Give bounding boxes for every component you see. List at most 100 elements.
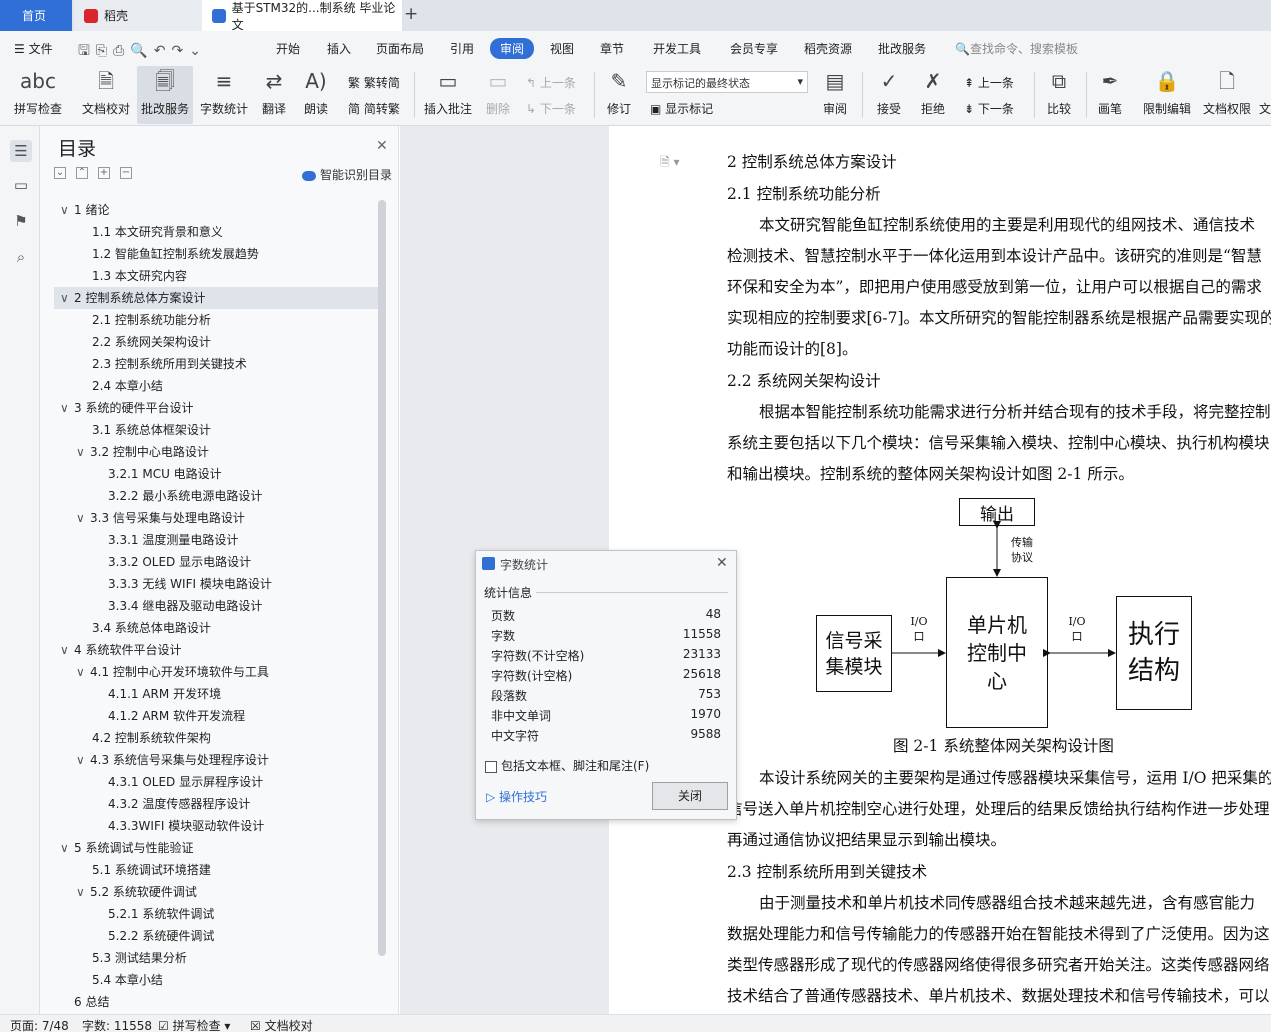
toc-item[interactable]: 1.3 本文研究内容 — [54, 265, 380, 287]
smart-toc-button[interactable]: 智能识别目录 — [302, 166, 392, 183]
toc-item[interactable]: 2.1 控制系统功能分析 — [54, 309, 380, 331]
accept-button[interactable]: ✓ 接受 — [870, 66, 908, 124]
checkbox-box[interactable] — [485, 760, 497, 773]
show-markup-button[interactable]: ▣ 显示标记 — [650, 100, 713, 117]
file-menu[interactable]: ☰ 文件 — [14, 40, 53, 57]
toc-item[interactable]: 2.4 本章小结 — [54, 375, 380, 397]
menu-5[interactable]: 视图 — [550, 40, 574, 57]
tab-daoke[interactable]: 稻壳 — [74, 0, 202, 31]
next-change-button[interactable]: ⇟ 下一条 — [964, 100, 1014, 117]
toc-item[interactable]: 3.4 系统总体电路设计 — [54, 617, 380, 639]
toc-item[interactable]: 3.2.1 MCU 电路设计 — [54, 463, 380, 485]
insert-comment-button[interactable]: ▭ 插入批注 — [422, 66, 474, 124]
chevron-down-icon[interactable]: ∨ — [76, 881, 90, 903]
toc-item[interactable]: 2.2 系统网关架构设计 — [54, 331, 380, 353]
revise-service-button[interactable]: 🗐 批改服务 — [137, 66, 193, 124]
bookmark-icon[interactable]: ⚑ — [10, 210, 32, 232]
new-tab-button[interactable]: + — [404, 4, 418, 24]
pen-button[interactable]: ✒ 画笔 — [1094, 66, 1126, 124]
toc-item[interactable]: 4.1.2 ARM 软件开发流程 — [54, 705, 380, 727]
to-simplified-button[interactable]: 简 简转繁 — [348, 100, 400, 117]
more-button[interactable]: 文 — [1259, 66, 1271, 124]
chevron-down-icon[interactable]: ∨ — [76, 441, 90, 463]
menu-1[interactable]: 插入 — [327, 40, 351, 57]
chevron-down-icon[interactable]: ∨ — [76, 507, 90, 529]
word-count-button[interactable]: ≡ 字数统计 — [197, 66, 251, 124]
translate-button[interactable]: ⇄ 翻译 — [254, 66, 294, 124]
toc-item[interactable]: 4.3.1 OLED 显示屏程序设计 — [54, 771, 380, 793]
toc-item[interactable]: 3.3.1 温度测量电路设计 — [54, 529, 380, 551]
toc-item[interactable]: ∨ 5 系统调试与性能验证 — [54, 837, 380, 859]
proofread-status[interactable]: ☒ 文档校对 — [250, 1017, 313, 1034]
menu-0[interactable]: 开始 — [276, 40, 300, 57]
toc-item[interactable]: ∨ 3.3 信号采集与处理电路设计 — [54, 507, 380, 529]
spell-check-status[interactable]: ☑ 拼写检查 ▾ — [158, 1017, 230, 1034]
toc-item[interactable]: 2.3 控制系统所用到关键技术 — [54, 353, 380, 375]
dialog-close-icon[interactable]: ✕ — [716, 555, 728, 571]
toc-item[interactable]: 3.2.2 最小系统电源电路设计 — [54, 485, 380, 507]
chevron-down-icon[interactable]: ∨ — [60, 199, 74, 221]
toc-item[interactable]: 4.3.3WIFI 模块驱动软件设计 — [54, 815, 380, 837]
toc-item[interactable]: 6 总结 — [54, 991, 380, 1013]
include-textbox-checkbox[interactable]: 包括文本框、脚注和尾注(F) — [485, 757, 649, 774]
toc-item[interactable]: 3.3.3 无线 WIFI 模块电路设计 — [54, 573, 380, 595]
tab-home[interactable]: 首页 — [0, 0, 72, 31]
chevron-down-icon[interactable]: ∨ — [60, 837, 74, 859]
toc-item[interactable]: 3.3.4 继电器及驱动电路设计 — [54, 595, 380, 617]
menu-8[interactable]: 会员专享 — [730, 40, 778, 57]
chevron-down-icon[interactable]: ∨ — [60, 639, 74, 661]
close-icon[interactable]: ✕ — [376, 138, 388, 154]
read-aloud-button[interactable]: A) 朗读 — [298, 66, 334, 124]
toc-item[interactable]: ∨ 2 控制系统总体方案设计 — [54, 287, 380, 309]
toc-item[interactable]: 1.1 本文研究背景和意义 — [54, 221, 380, 243]
toc-item[interactable]: 1.2 智能鱼缸控制系统发展趋势 — [54, 243, 380, 265]
toc-item[interactable]: 5.3 测试结果分析 — [54, 947, 380, 969]
dialog-title-bar[interactable]: 字数统计 — [476, 551, 736, 577]
chevron-down-icon[interactable]: ∨ — [76, 661, 90, 683]
search-command[interactable]: 🔍查找命令、搜索模板 — [955, 40, 1078, 57]
dialog-close-button[interactable]: 关闭 — [652, 782, 728, 810]
toc-scrollbar[interactable] — [378, 200, 386, 956]
to-traditional-button[interactable]: 繁 繁转简 — [348, 74, 400, 91]
menu-7[interactable]: 开发工具 — [653, 40, 701, 57]
toc-item[interactable]: 5.2.2 系统硬件调试 — [54, 925, 380, 947]
toc-item[interactable]: ∨ 5.2 系统软硬件调试 — [54, 881, 380, 903]
markup-state-select[interactable]: 显示标记的最终状态 ▾ — [646, 71, 808, 93]
toc-item[interactable]: 5.1 系统调试环境搭建 — [54, 859, 380, 881]
toc-item[interactable]: ∨ 4.1 控制中心开发环境软件与工具 — [54, 661, 380, 683]
toc-panel-icon[interactable]: ☰ — [10, 140, 32, 162]
menu-9[interactable]: 稻壳资源 — [804, 40, 852, 57]
restrict-edit-button[interactable]: 🔒 限制编辑 — [1140, 66, 1194, 124]
toc-item[interactable]: ∨ 1 绪论 — [54, 199, 380, 221]
quick-access-icons[interactable]: 🖫⎘⎙🔍↶↷⌄ — [78, 40, 207, 64]
toc-item[interactable]: ∨ 3.2 控制中心电路设计 — [54, 441, 380, 463]
delete-comment-button[interactable]: ▭ 删除 — [480, 66, 516, 124]
menu-2[interactable]: 页面布局 — [376, 40, 424, 57]
toc-item[interactable]: ∨ 4 系统软件平台设计 — [54, 639, 380, 661]
tab-document[interactable]: 基于STM32的...制系统 毕业论文 — [202, 0, 402, 32]
prev-change-button[interactable]: ⇞ 上一条 — [964, 74, 1014, 91]
chevron-down-icon[interactable]: ∨ — [60, 287, 74, 309]
expand-icon[interactable]: ⌃ — [76, 167, 88, 179]
doc-permission-button[interactable]: 🗋 文档权限 — [1200, 66, 1254, 124]
review-pane-button[interactable]: ▤ 审阅 — [816, 66, 854, 124]
toc-item[interactable]: 4.3.2 温度传感器程序设计 — [54, 793, 380, 815]
minus-icon[interactable]: − — [120, 167, 132, 179]
word-count-status[interactable]: 字数: 11558 — [82, 1017, 152, 1034]
track-changes-button[interactable]: ✎ 修订 — [600, 66, 638, 124]
chevron-down-icon[interactable]: ∨ — [60, 397, 74, 419]
spell-check-button[interactable]: abc 拼写检查 — [8, 66, 68, 124]
chevron-down-icon[interactable]: ∨ — [76, 749, 90, 771]
menu-10[interactable]: 批改服务 — [878, 40, 926, 57]
search-icon[interactable]: ⌕ — [10, 246, 32, 268]
toc-item[interactable]: ∨ 3 系统的硬件平台设计 — [54, 397, 380, 419]
toc-item[interactable]: 3.3.2 OLED 显示电路设计 — [54, 551, 380, 573]
toc-item[interactable]: 4.1.1 ARM 开发环境 — [54, 683, 380, 705]
page-menu-icon[interactable]: 🗎 ▾ — [660, 153, 680, 174]
prev-comment-button[interactable]: ↰ 上一条 — [526, 74, 576, 91]
menu-6[interactable]: 章节 — [600, 40, 624, 57]
compare-button[interactable]: ⧉ 比较 — [1040, 66, 1078, 124]
proofread-button[interactable]: 🗎 文档校对 — [78, 66, 134, 124]
next-comment-button[interactable]: ↳ 下一条 — [526, 100, 576, 117]
toc-item[interactable]: 4.2 控制系统软件架构 — [54, 727, 380, 749]
